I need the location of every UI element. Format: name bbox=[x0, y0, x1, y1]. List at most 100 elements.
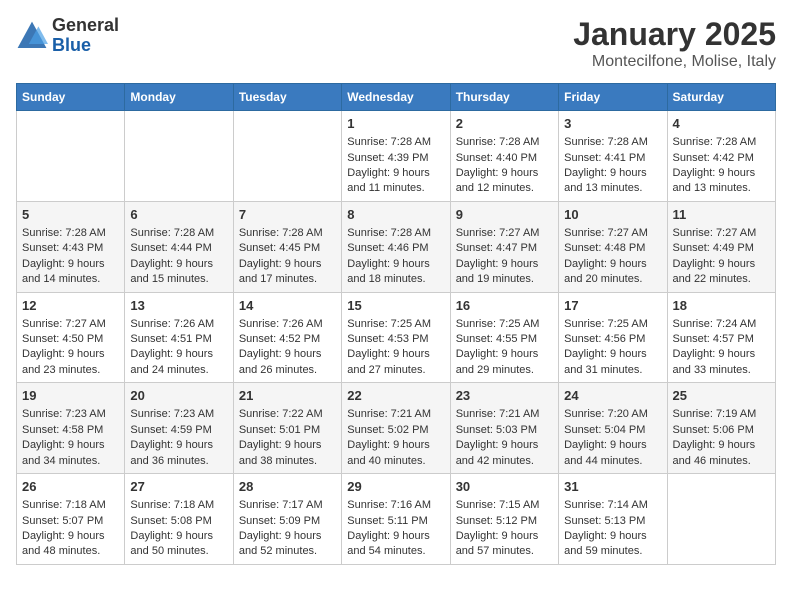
day-info-line: and 20 minutes. bbox=[564, 272, 661, 287]
day-info-line: Daylight: 9 hours bbox=[347, 257, 444, 272]
calendar-cell: 8Sunrise: 7:28 AMSunset: 4:46 PMDaylight… bbox=[342, 201, 450, 292]
day-info-line: Daylight: 9 hours bbox=[347, 347, 444, 362]
day-info-line: Daylight: 9 hours bbox=[564, 529, 661, 544]
day-info-line: Sunset: 4:46 PM bbox=[347, 241, 444, 256]
day-info-line: Sunrise: 7:23 AM bbox=[130, 407, 227, 422]
day-info-line: Sunset: 4:50 PM bbox=[22, 332, 119, 347]
day-info-line: Daylight: 9 hours bbox=[130, 347, 227, 362]
calendar-cell: 12Sunrise: 7:27 AMSunset: 4:50 PMDayligh… bbox=[17, 292, 125, 383]
day-info-line: Daylight: 9 hours bbox=[456, 166, 553, 181]
day-info-line: and 27 minutes. bbox=[347, 363, 444, 378]
day-number: 18 bbox=[673, 297, 770, 315]
calendar-cell bbox=[125, 111, 233, 202]
day-info-line: Sunset: 4:55 PM bbox=[456, 332, 553, 347]
calendar-cell: 27Sunrise: 7:18 AMSunset: 5:08 PMDayligh… bbox=[125, 474, 233, 565]
day-info-line: Sunrise: 7:27 AM bbox=[456, 226, 553, 241]
day-info-line: Sunset: 5:09 PM bbox=[239, 514, 336, 529]
day-info-line: Daylight: 9 hours bbox=[22, 347, 119, 362]
day-info-line: Sunset: 4:47 PM bbox=[456, 241, 553, 256]
day-number: 10 bbox=[564, 206, 661, 224]
calendar-cell: 31Sunrise: 7:14 AMSunset: 5:13 PMDayligh… bbox=[559, 474, 667, 565]
day-info-line: Sunrise: 7:28 AM bbox=[456, 135, 553, 150]
day-info-line: Daylight: 9 hours bbox=[239, 347, 336, 362]
day-info-line: Daylight: 9 hours bbox=[239, 438, 336, 453]
logo-general-text: General bbox=[52, 15, 119, 35]
day-info-line: and 52 minutes. bbox=[239, 544, 336, 559]
day-number: 25 bbox=[673, 387, 770, 405]
day-info-line: Sunset: 4:57 PM bbox=[673, 332, 770, 347]
day-info-line: Sunrise: 7:28 AM bbox=[564, 135, 661, 150]
day-info-line: Sunrise: 7:26 AM bbox=[239, 317, 336, 332]
calendar-cell: 29Sunrise: 7:16 AMSunset: 5:11 PMDayligh… bbox=[342, 474, 450, 565]
calendar-cell bbox=[667, 474, 775, 565]
day-info-line: Daylight: 9 hours bbox=[456, 347, 553, 362]
page-title: January 2025 bbox=[573, 16, 776, 53]
calendar-cell: 5Sunrise: 7:28 AMSunset: 4:43 PMDaylight… bbox=[17, 201, 125, 292]
calendar-cell: 18 Sunrise: 7:24 AMSunset: 4:57 PMDayligh… bbox=[667, 292, 775, 383]
day-info-line: Sunrise: 7:28 AM bbox=[347, 135, 444, 150]
day-of-week-friday: Friday bbox=[559, 84, 667, 111]
day-info-line: and 13 minutes. bbox=[673, 181, 770, 196]
day-info-line: Sunset: 5:08 PM bbox=[130, 514, 227, 529]
day-info-line: Sunrise: 7:16 AM bbox=[347, 498, 444, 513]
day-number: 4 bbox=[673, 115, 770, 133]
day-info-line: Sunset: 5:04 PM bbox=[564, 423, 661, 438]
day-info-line: and 36 minutes. bbox=[130, 454, 227, 469]
day-info-line: Daylight: 9 hours bbox=[130, 529, 227, 544]
page-header: General Blue January 2025 Montecilfone, … bbox=[16, 16, 776, 71]
day-info-line: Daylight: 9 hours bbox=[22, 529, 119, 544]
day-info-line: and 40 minutes. bbox=[347, 454, 444, 469]
day-info-line: Sunset: 4:52 PM bbox=[239, 332, 336, 347]
calendar-cell: 21Sunrise: 7:22 AMSunset: 5:01 PMDayligh… bbox=[233, 383, 341, 474]
day-info-line: and 18 minutes. bbox=[347, 272, 444, 287]
day-info-line: Daylight: 9 hours bbox=[347, 529, 444, 544]
day-number: 7 bbox=[239, 206, 336, 224]
day-of-week-sunday: Sunday bbox=[17, 84, 125, 111]
calendar-cell: 26Sunrise: 7:18 AMSunset: 5:07 PMDayligh… bbox=[17, 474, 125, 565]
day-info-line: Sunset: 4:56 PM bbox=[564, 332, 661, 347]
calendar-cell: 23Sunrise: 7:21 AMSunset: 5:03 PMDayligh… bbox=[450, 383, 558, 474]
logo-icon bbox=[16, 20, 48, 52]
calendar-cell: 25Sunrise: 7:19 AMSunset: 5:06 PMDayligh… bbox=[667, 383, 775, 474]
day-info-line: and 24 minutes. bbox=[130, 363, 227, 378]
day-info-line: Daylight: 9 hours bbox=[456, 438, 553, 453]
day-info-line: and 29 minutes. bbox=[456, 363, 553, 378]
day-info-line: Daylight: 9 hours bbox=[673, 257, 770, 272]
day-info-line: and 44 minutes. bbox=[564, 454, 661, 469]
logo-text: General Blue bbox=[52, 16, 119, 56]
day-info-line: Sunset: 4:41 PM bbox=[564, 151, 661, 166]
calendar-cell: 7Sunrise: 7:28 AMSunset: 4:45 PMDaylight… bbox=[233, 201, 341, 292]
day-info-line: and 22 minutes. bbox=[673, 272, 770, 287]
day-info-line: Sunset: 4:42 PM bbox=[673, 151, 770, 166]
calendar-week-1: 1Sunrise: 7:28 AMSunset: 4:39 PMDaylight… bbox=[17, 111, 776, 202]
day-number: 2 bbox=[456, 115, 553, 133]
day-info-line: Sunset: 4:51 PM bbox=[130, 332, 227, 347]
day-number: 14 bbox=[239, 297, 336, 315]
calendar-body: 1Sunrise: 7:28 AMSunset: 4:39 PMDaylight… bbox=[17, 111, 776, 565]
day-info-line: and 31 minutes. bbox=[564, 363, 661, 378]
day-info-line: Sunrise: 7:24 AM bbox=[673, 317, 770, 332]
calendar-cell: 17Sunrise: 7:25 AMSunset: 4:56 PMDayligh… bbox=[559, 292, 667, 383]
day-info-line: Sunset: 4:59 PM bbox=[130, 423, 227, 438]
day-number: 1 bbox=[347, 115, 444, 133]
calendar-cell bbox=[233, 111, 341, 202]
day-info-line: Daylight: 9 hours bbox=[673, 166, 770, 181]
day-info-line: Sunrise: 7:25 AM bbox=[347, 317, 444, 332]
day-info-line: Sunrise: 7:28 AM bbox=[673, 135, 770, 150]
day-info-line: and 14 minutes. bbox=[22, 272, 119, 287]
day-info-line: Daylight: 9 hours bbox=[456, 257, 553, 272]
day-info-line: Sunrise: 7:28 AM bbox=[347, 226, 444, 241]
day-info-line: Sunset: 5:13 PM bbox=[564, 514, 661, 529]
day-number: 5 bbox=[22, 206, 119, 224]
day-info-line: Daylight: 9 hours bbox=[673, 347, 770, 362]
calendar-cell bbox=[17, 111, 125, 202]
calendar-cell: 3Sunrise: 7:28 AMSunset: 4:41 PMDaylight… bbox=[559, 111, 667, 202]
calendar-cell: 15Sunrise: 7:25 AMSunset: 4:53 PMDayligh… bbox=[342, 292, 450, 383]
day-info-line: and 54 minutes. bbox=[347, 544, 444, 559]
day-info-line: Sunrise: 7:18 AM bbox=[22, 498, 119, 513]
calendar-cell: 14 Sunrise: 7:26 AMSunset: 4:52 PMDayligh… bbox=[233, 292, 341, 383]
day-of-week-saturday: Saturday bbox=[667, 84, 775, 111]
day-info-line: Daylight: 9 hours bbox=[673, 438, 770, 453]
day-number: 19 bbox=[22, 387, 119, 405]
day-info-line: Sunrise: 7:28 AM bbox=[22, 226, 119, 241]
